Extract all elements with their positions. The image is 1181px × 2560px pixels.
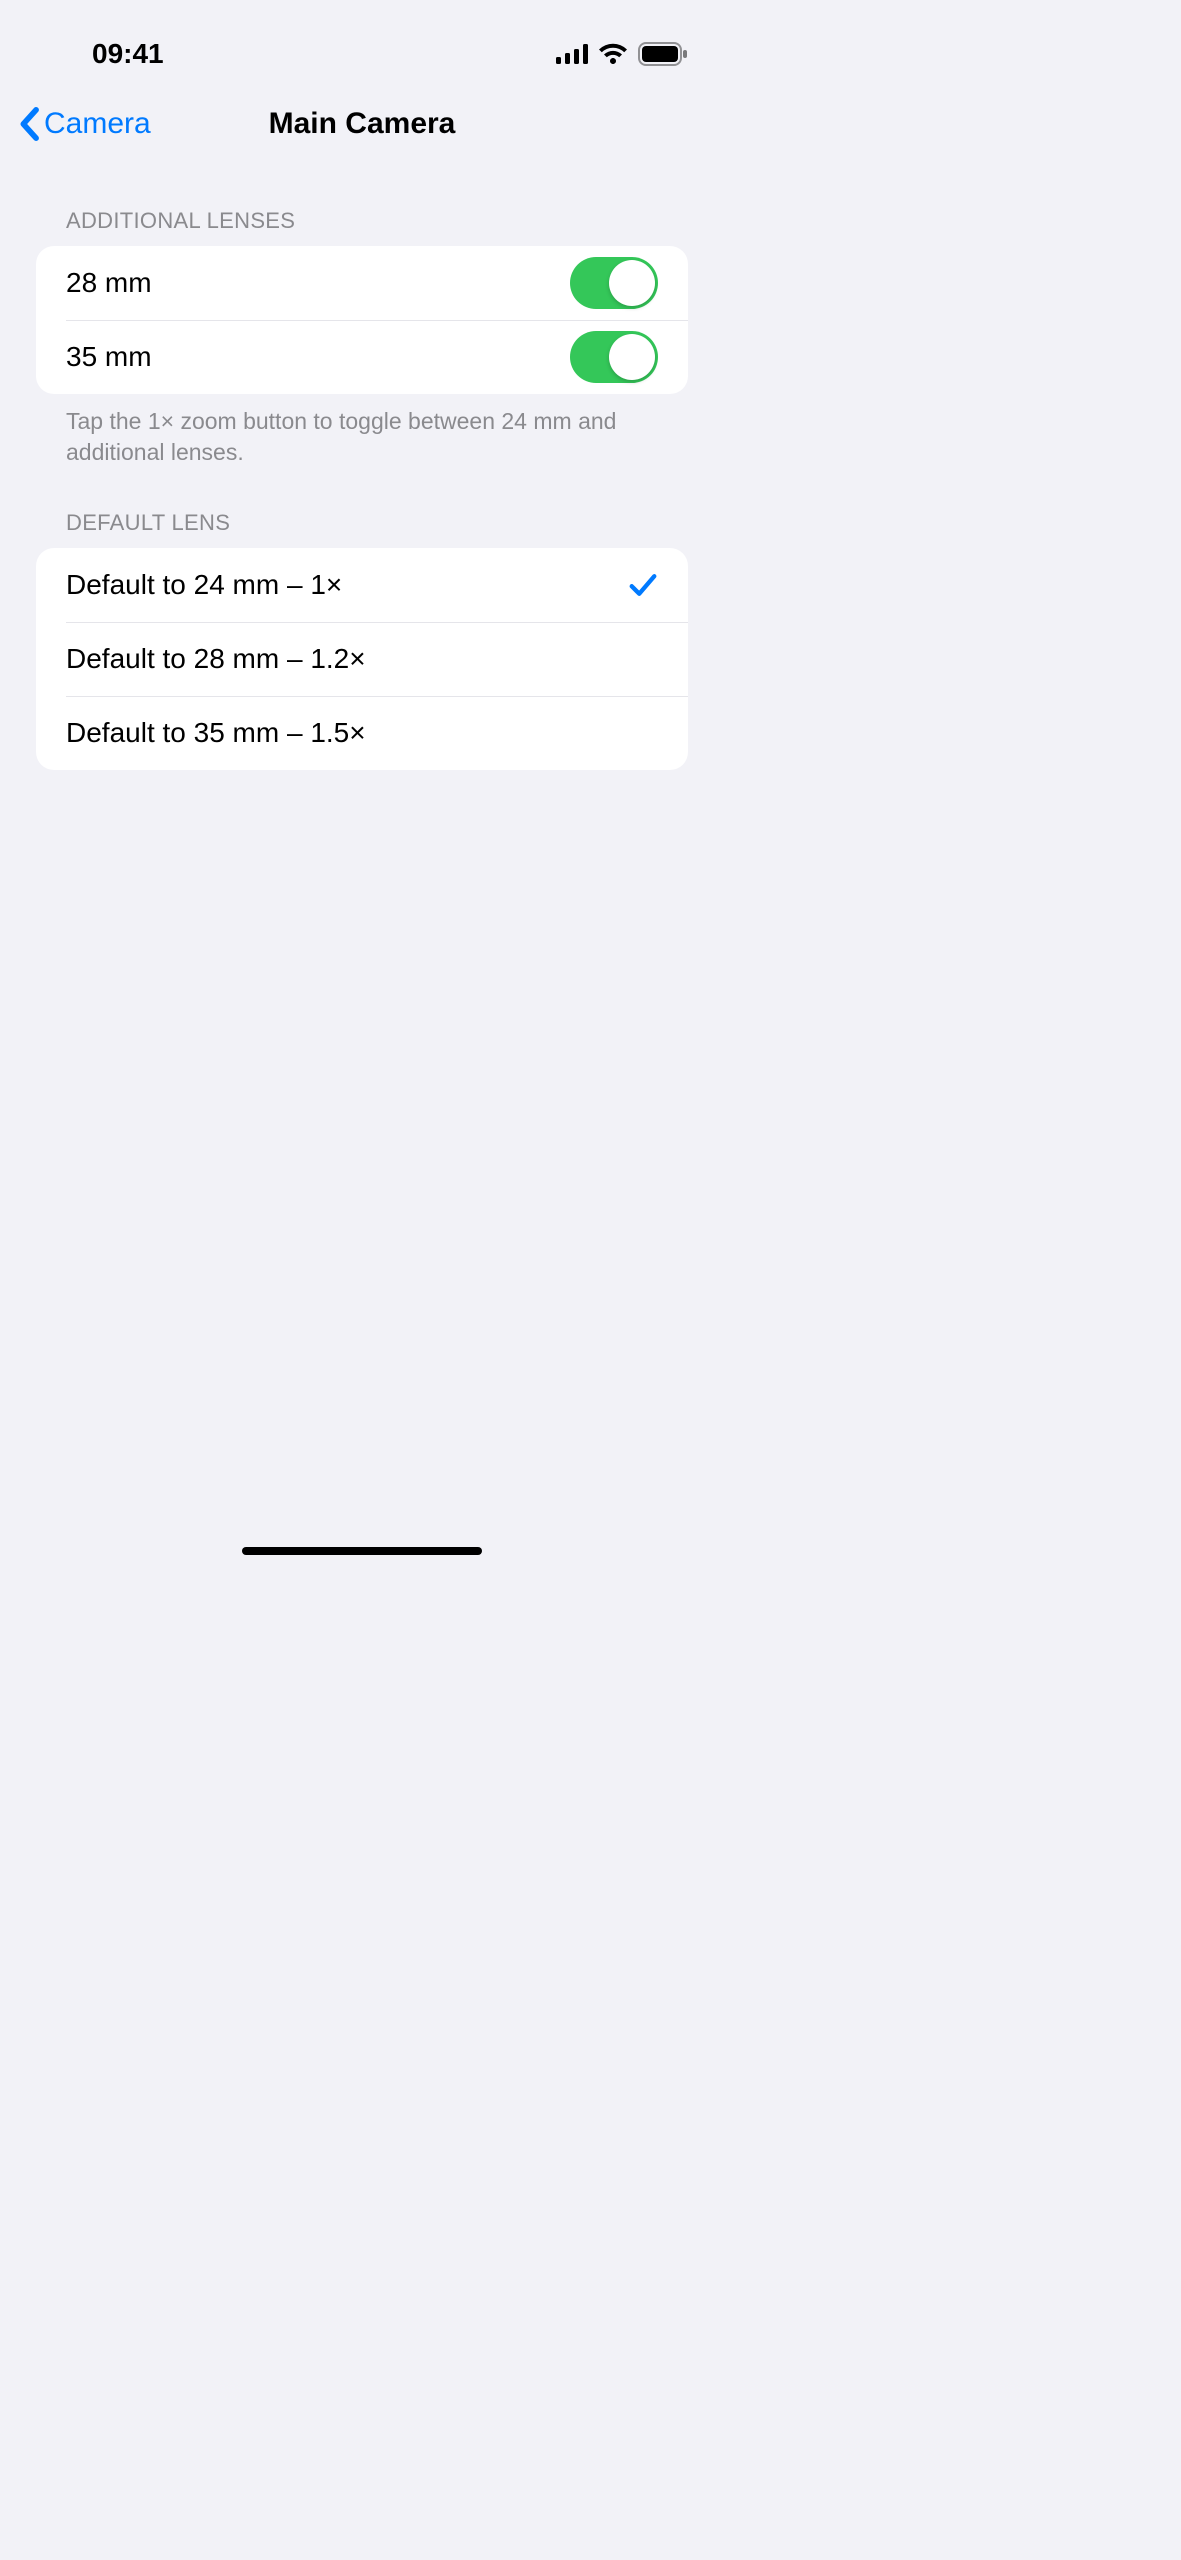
toggle-knob bbox=[609, 260, 655, 306]
status-bar: 09:41 bbox=[0, 0, 724, 80]
row-label: Default to 35 mm – 1.5× bbox=[66, 717, 366, 749]
cellular-icon bbox=[556, 44, 588, 64]
row-35mm: 35 mm bbox=[36, 320, 688, 394]
nav-header: Camera Main Camera bbox=[0, 96, 724, 152]
row-default-24mm[interactable]: Default to 24 mm – 1× bbox=[36, 548, 688, 622]
row-label: Default to 28 mm – 1.2× bbox=[66, 643, 366, 675]
wifi-icon bbox=[598, 43, 628, 65]
row-label-28mm: 28 mm bbox=[66, 267, 152, 299]
back-button[interactable]: Camera bbox=[18, 107, 151, 141]
row-label-35mm: 35 mm bbox=[66, 341, 152, 373]
home-indicator bbox=[242, 1547, 482, 1555]
back-button-label: Camera bbox=[44, 107, 151, 141]
group-additional-lenses: 28 mm 35 mm bbox=[36, 246, 688, 394]
toggle-28mm[interactable] bbox=[570, 257, 658, 309]
toggle-35mm[interactable] bbox=[570, 331, 658, 383]
section-header-additional-lenses: ADDITIONAL LENSES bbox=[36, 208, 688, 246]
status-indicators bbox=[556, 42, 688, 66]
row-28mm: 28 mm bbox=[36, 246, 688, 320]
section-header-default-lens: DEFAULT LENS bbox=[36, 510, 688, 548]
status-time: 09:41 bbox=[92, 38, 164, 70]
chevron-left-icon bbox=[18, 107, 40, 141]
row-default-35mm[interactable]: Default to 35 mm – 1.5× bbox=[36, 696, 688, 770]
battery-icon bbox=[638, 42, 688, 66]
row-default-28mm[interactable]: Default to 28 mm – 1.2× bbox=[36, 622, 688, 696]
section-footer-additional-lenses: Tap the 1× zoom button to toggle between… bbox=[36, 394, 688, 468]
toggle-knob bbox=[609, 334, 655, 380]
row-label: Default to 24 mm – 1× bbox=[66, 569, 342, 601]
checkmark-icon bbox=[628, 570, 658, 600]
group-default-lens: Default to 24 mm – 1× Default to 28 mm –… bbox=[36, 548, 688, 770]
